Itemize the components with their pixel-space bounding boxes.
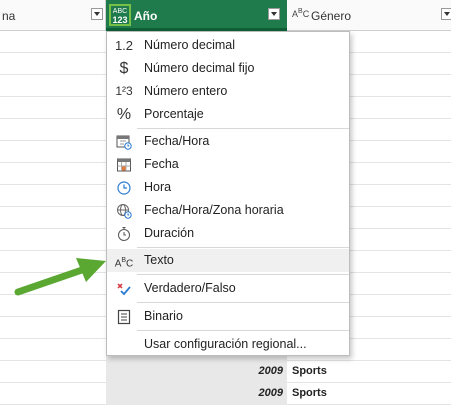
menu-item-text[interactable]: ABC Texto xyxy=(107,249,349,272)
menu-item-true-false[interactable]: Verdadero/Falso xyxy=(107,277,349,300)
menu-item-datetime[interactable]: Fecha/Hora xyxy=(107,130,349,153)
menu-item-time[interactable]: Hora xyxy=(107,176,349,199)
menu-separator xyxy=(137,302,349,303)
column-header-year[interactable]: ABC 123 Año xyxy=(106,0,287,31)
column-header-year-label: Año xyxy=(134,9,158,23)
column-header-left[interactable]: na xyxy=(0,0,106,31)
globe-clock-icon xyxy=(113,201,135,220)
whole-number-icon: 1²3 xyxy=(115,84,133,98)
data-type-menu: 1.2 Número decimal $ Número decimal fijo… xyxy=(106,31,350,356)
menu-item-whole-number[interactable]: 1²3 Número entero xyxy=(107,80,349,103)
menu-item-datetime-timezone[interactable]: Fecha/Hora/Zona horaria xyxy=(107,199,349,222)
table-row[interactable]: 2009 Sports xyxy=(0,383,451,405)
menu-separator xyxy=(137,247,349,248)
column-filter-dropdown-icon[interactable] xyxy=(91,8,103,20)
decimal-number-icon: 1.2 xyxy=(114,38,134,53)
table-row[interactable]: 2009 Sports xyxy=(0,361,451,383)
menu-item-use-locale[interactable]: Usar configuración regional... xyxy=(107,333,349,356)
year-cell[interactable]: 2009 xyxy=(106,361,287,383)
column-header-genre-label: Género xyxy=(311,9,352,23)
percent-icon: % xyxy=(116,106,132,123)
menu-item-binary[interactable]: Binario xyxy=(107,305,349,328)
column-header-left-label: na xyxy=(2,9,16,23)
genre-cell[interactable]: Sports xyxy=(292,365,327,377)
dollar-icon: $ xyxy=(119,60,129,77)
menu-separator xyxy=(137,330,349,331)
column-filter-dropdown-icon[interactable] xyxy=(441,8,451,20)
menu-item-decimal-number[interactable]: 1.2 Número decimal xyxy=(107,34,349,57)
column-filter-dropdown-icon[interactable] xyxy=(268,8,280,20)
calendar-clock-icon xyxy=(113,132,135,151)
menu-item-percentage[interactable]: % Porcentaje xyxy=(107,103,349,126)
clock-icon xyxy=(113,178,135,197)
menu-separator xyxy=(137,128,349,129)
genre-cell[interactable]: Sports xyxy=(292,387,327,399)
menu-item-duration[interactable]: Duración xyxy=(107,222,349,245)
year-cell[interactable]: 2009 xyxy=(106,383,287,405)
annotation-arrow-icon xyxy=(14,258,106,296)
menu-separator xyxy=(137,274,349,275)
menu-item-date[interactable]: Fecha xyxy=(107,153,349,176)
menu-item-fixed-decimal[interactable]: $ Número decimal fijo xyxy=(107,57,349,80)
calendar-icon xyxy=(113,155,135,174)
column-type-text-icon[interactable]: ABC xyxy=(292,8,309,19)
column-header-genre[interactable]: ABC Género xyxy=(287,0,451,31)
column-type-any-icon[interactable]: ABC 123 xyxy=(109,4,131,26)
